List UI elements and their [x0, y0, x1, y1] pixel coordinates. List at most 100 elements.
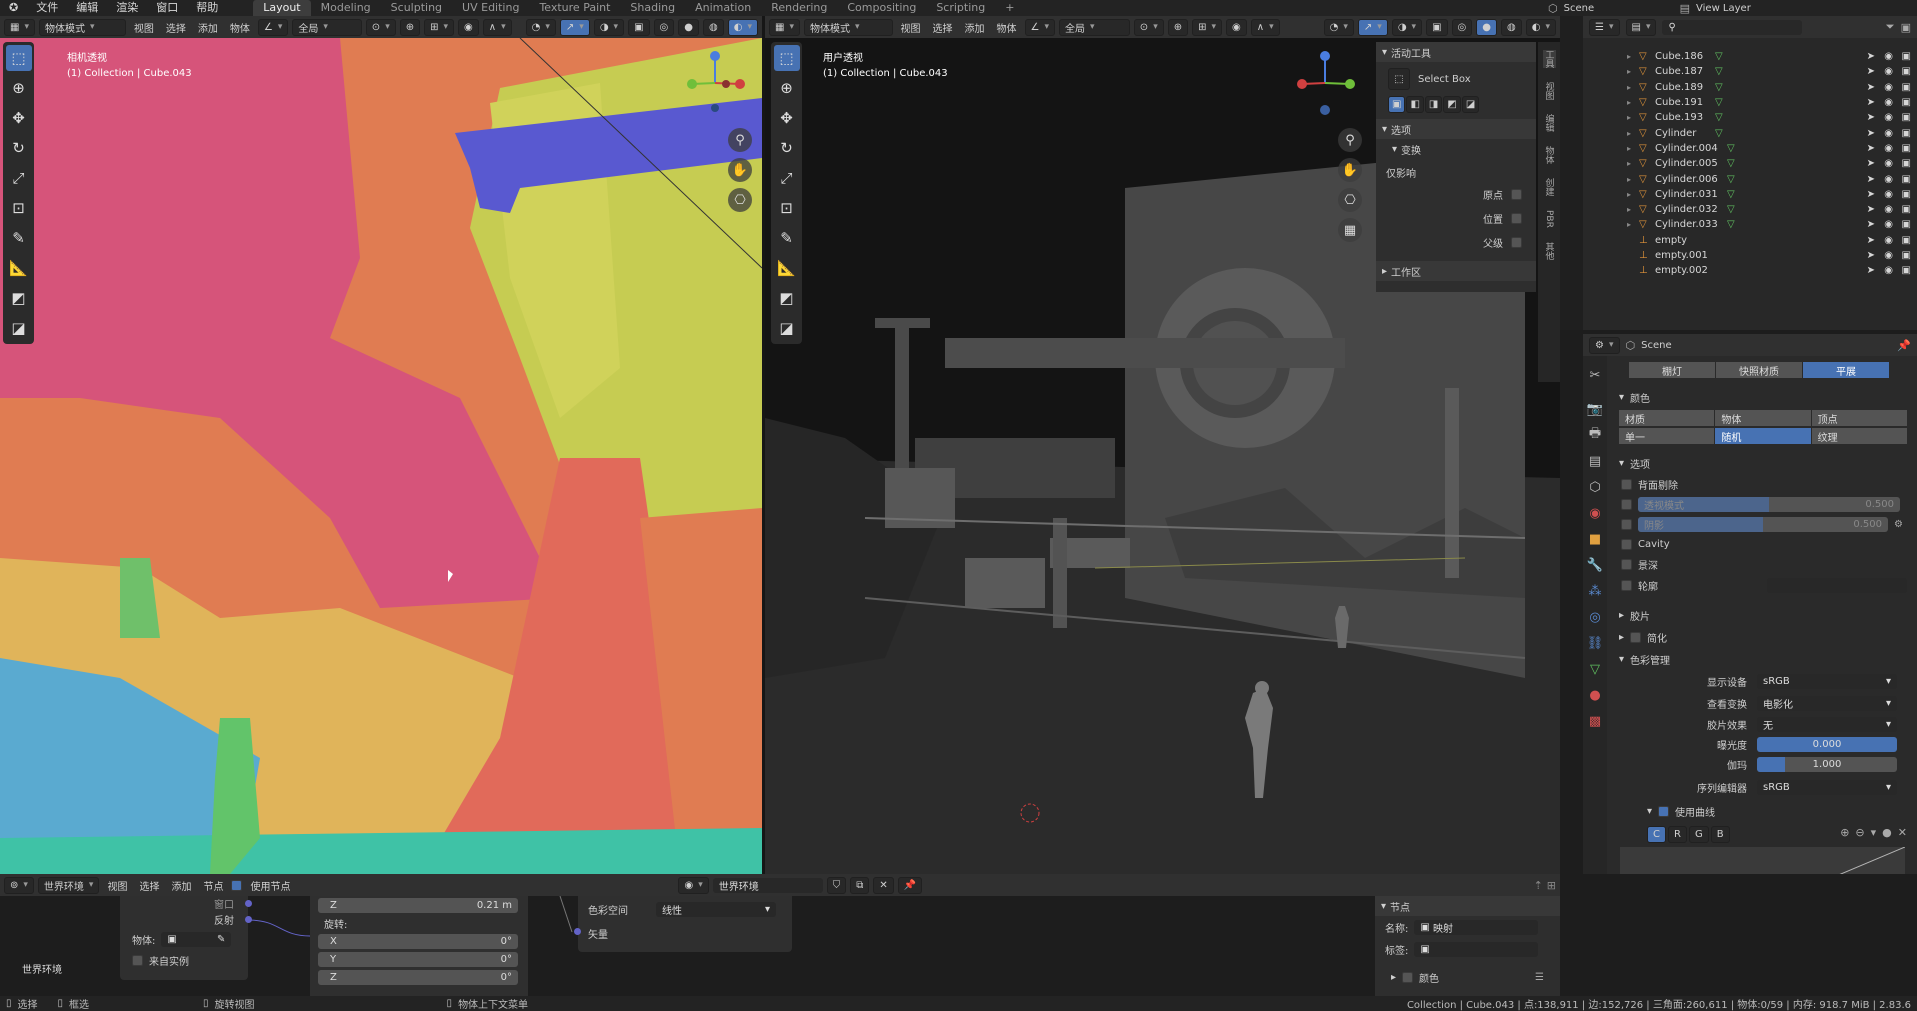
add-plane-icon[interactable]: ◪	[774, 315, 800, 341]
gamma-slider[interactable]: 1.000	[1757, 756, 1897, 772]
shading-material-icon[interactable]: ◍	[703, 18, 724, 36]
properties-editor-icon[interactable]: ⚙	[1589, 336, 1620, 354]
color-object-option[interactable]: 物体	[1715, 410, 1811, 426]
expand-arrow-icon[interactable]: ▸	[1627, 67, 1639, 76]
transform-icon[interactable]: ⊡	[774, 195, 800, 221]
render-tab-icon[interactable]: 📷	[1584, 398, 1606, 420]
mode-selector[interactable]: 物体模式	[803, 18, 893, 36]
selectable-icon[interactable]: ➤	[1867, 250, 1875, 261]
filter-icon[interactable]: ⏷	[1886, 20, 1895, 34]
simplify-checkbox[interactable]	[1630, 631, 1642, 643]
mesh-data-icon[interactable]: ▽	[1715, 112, 1723, 123]
visibility-eye-icon[interactable]: ◉	[1884, 112, 1893, 123]
axis-gizmo-icon[interactable]	[1290, 48, 1360, 118]
render-camera-icon[interactable]: ▣	[1902, 250, 1911, 261]
color-management-header[interactable]: ▾ 色彩管理	[1607, 648, 1917, 670]
right-viewport[interactable]: 用户透视 (1) Collection | Cube.043 ⬚ ⊕ ✥ ↻ ⤢…	[765, 38, 1560, 874]
mesh-data-icon[interactable]: ▽	[1727, 143, 1735, 154]
outline-color-swatch[interactable]	[1767, 577, 1907, 593]
object-name[interactable]: Cylinder.005	[1655, 158, 1727, 169]
outliner-row[interactable]: ⊥ empty.002 ➤ ◉ ▣	[1583, 263, 1917, 278]
tab-sculpting[interactable]: Sculpting	[381, 0, 452, 16]
snap-target-icon[interactable]: ⊞	[1192, 18, 1223, 36]
scene-tab-icon[interactable]: ⬡	[1584, 476, 1606, 498]
pin-icon[interactable]: 📌	[1897, 339, 1911, 352]
sequencer-select[interactable]: sRGB ▾	[1757, 779, 1897, 795]
shading-solid-icon[interactable]: ●	[678, 18, 699, 36]
tab-texture-paint[interactable]: Texture Paint	[529, 0, 620, 16]
object-name[interactable]: Cube.191	[1655, 97, 1715, 108]
snap-node-icon[interactable]: ⊞	[1547, 879, 1556, 892]
outliner-row[interactable]: ▸ ▽ Cylinder.004 ▽ ➤ ◉ ▣	[1583, 141, 1917, 156]
shading-solid-icon[interactable]: ●	[1476, 18, 1497, 36]
editor-type-button[interactable]: ▦	[769, 18, 800, 36]
exposure-slider[interactable]: 0.000	[1757, 736, 1897, 752]
mode-set-icon[interactable]: ▣	[1388, 96, 1406, 113]
particles-tab-icon[interactable]: ⁂	[1584, 580, 1606, 602]
mode-selector[interactable]: 物体模式	[38, 18, 126, 36]
clip-icon[interactable]: ●	[1882, 826, 1892, 843]
shading-render-icon[interactable]: ◐	[1525, 18, 1556, 36]
curve-editor[interactable]	[1620, 847, 1905, 874]
options-panel-header[interactable]: ▾ 选项	[1607, 452, 1917, 474]
overlay-icon[interactable]: ◑	[593, 18, 625, 36]
sidebar-tab-object[interactable]: 物体	[1543, 146, 1556, 164]
color-vertex-option[interactable]: 顶点	[1811, 410, 1907, 426]
fake-user-icon[interactable]: ⛉	[826, 876, 847, 894]
object-name[interactable]: empty.002	[1655, 265, 1715, 276]
object-name[interactable]: Cylinder.032	[1655, 204, 1727, 215]
menu-render[interactable]: 渲染	[107, 0, 147, 16]
sidebar-tab-edit[interactable]: 编辑	[1543, 114, 1556, 132]
node-menu-view[interactable]: 视图	[103, 878, 131, 893]
active-tool-header[interactable]: ▾ 活动工具	[1376, 42, 1536, 62]
render-camera-icon[interactable]: ▣	[1902, 265, 1911, 276]
mesh-data-icon[interactable]: ▽	[1727, 158, 1735, 169]
expand-arrow-icon[interactable]: ▸	[1627, 98, 1639, 107]
select-box-icon[interactable]: ⬚	[773, 45, 800, 71]
outliner-row[interactable]: ▸ ▽ Cylinder.033 ▽ ➤ ◉ ▣	[1583, 217, 1917, 232]
render-camera-icon[interactable]: ▣	[1902, 189, 1911, 200]
node-menu-node[interactable]: 节点	[199, 878, 227, 893]
visibility-icon[interactable]: ◔	[525, 18, 556, 36]
proportional-icon[interactable]: ◉	[458, 18, 479, 36]
add-cube-icon[interactable]: ◩	[774, 285, 800, 311]
pin-icon[interactable]: 📌	[897, 876, 923, 894]
material-tab-icon[interactable]: ●	[1584, 684, 1606, 706]
xray-slider[interactable]: 透视模式 0.500	[1638, 496, 1900, 512]
scene-selector[interactable]: Scene	[1564, 3, 1674, 14]
physics-tab-icon[interactable]: ◎	[1584, 606, 1606, 628]
mode-extend-icon[interactable]: ◧	[1406, 96, 1424, 113]
shadow-slider[interactable]: 阴影 0.500	[1638, 516, 1888, 532]
snap-icon[interactable]: ⊕	[399, 18, 421, 36]
render-camera-icon[interactable]: ▣	[1902, 112, 1911, 123]
render-camera-icon[interactable]: ▣	[1902, 82, 1911, 93]
transform-header[interactable]: ▾ 变换	[1376, 139, 1536, 159]
annotate-icon[interactable]: ✎	[774, 225, 800, 251]
blender-logo-icon[interactable]: ✪	[0, 0, 27, 16]
visibility-eye-icon[interactable]: ◉	[1884, 250, 1893, 261]
render-camera-icon[interactable]: ▣	[1902, 143, 1911, 154]
selectable-icon[interactable]: ➤	[1867, 97, 1875, 108]
object-name[interactable]: Cylinder.006	[1655, 174, 1727, 185]
menu-add[interactable]: 添加	[194, 20, 222, 35]
outliner-row[interactable]: ▸ ▽ Cube.187 ▽ ➤ ◉ ▣	[1583, 64, 1917, 79]
add-cube-icon[interactable]: ◩	[6, 285, 32, 311]
zoom-in-icon[interactable]: ⊕	[1840, 826, 1849, 843]
display-device-select[interactable]: sRGB ▾	[1757, 673, 1897, 689]
view-layer-icon[interactable]: ▤	[1680, 2, 1690, 15]
mode-invert-icon[interactable]: ◩	[1443, 96, 1461, 113]
affect-parent-checkbox[interactable]	[1511, 237, 1522, 248]
visibility-eye-icon[interactable]: ◉	[1884, 189, 1893, 200]
mode-subtract-icon[interactable]: ◨	[1424, 96, 1443, 113]
simplify-panel-header[interactable]: ▸ 简化	[1607, 626, 1917, 648]
mesh-data-icon[interactable]: ▽	[1715, 66, 1723, 77]
selectable-icon[interactable]: ➤	[1867, 143, 1875, 154]
measure-icon[interactable]: 📐	[6, 255, 32, 281]
object-tab-icon[interactable]: ■	[1584, 528, 1606, 550]
use-curves-checkbox[interactable]	[1658, 805, 1670, 817]
visibility-eye-icon[interactable]: ◉	[1884, 128, 1893, 139]
measure-icon[interactable]: 📐	[774, 255, 800, 281]
cursor-icon[interactable]: ⊕	[6, 75, 32, 101]
render-camera-icon[interactable]: ▣	[1902, 235, 1911, 246]
visibility-eye-icon[interactable]: ◉	[1884, 82, 1893, 93]
